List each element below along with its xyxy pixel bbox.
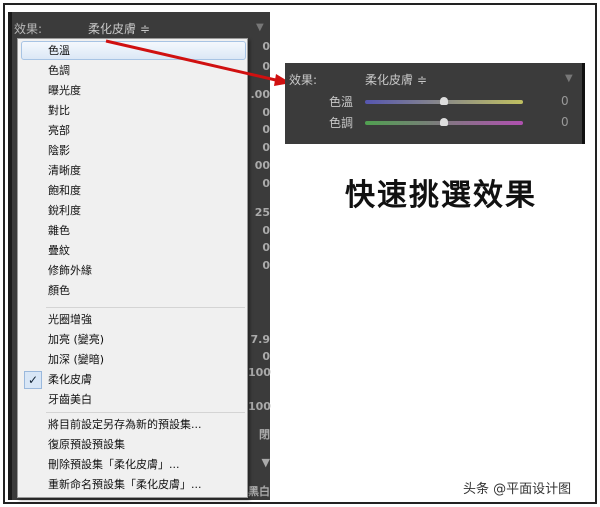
tint-slider[interactable] — [365, 118, 523, 126]
caption: 快速挑選效果 — [345, 178, 537, 213]
temp-slider[interactable] — [365, 97, 523, 105]
slider-thumb[interactable] — [440, 97, 448, 105]
collapse-triangle-icon[interactable]: ▼ — [565, 73, 573, 84]
tint-value: 0 — [561, 115, 569, 129]
effect-label: 效果: — [289, 73, 318, 87]
temp-label: 色溫 — [329, 95, 354, 109]
temp-value: 0 — [561, 94, 569, 108]
watermark: 头条 @平面设计图 — [463, 482, 572, 497]
slider-thumb[interactable] — [440, 118, 448, 126]
effect-dropdown[interactable]: 柔化皮膚 ≑ — [365, 71, 427, 88]
effects-panel-preview: 效果: 柔化皮膚 ≑ ▼ 色溫 0 色調 0 — [285, 63, 585, 144]
tint-label: 色調 — [329, 116, 354, 130]
